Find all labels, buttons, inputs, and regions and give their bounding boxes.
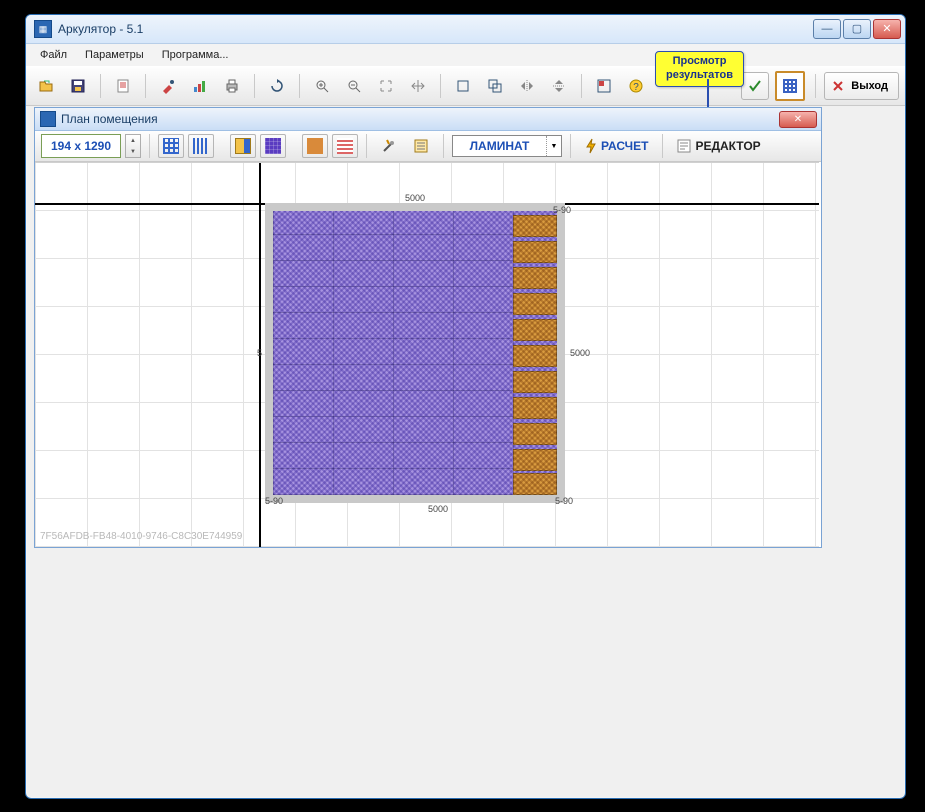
zoom-in-icon[interactable] <box>308 72 336 100</box>
plank-size-spinner[interactable]: ▲▼ <box>125 134 141 158</box>
menu-bar: Файл Параметры Программа... <box>26 44 905 66</box>
calculate-label: РАСЧЕТ <box>601 139 648 153</box>
rect2-icon[interactable] <box>481 72 509 100</box>
menu-file[interactable]: Файл <box>32 47 75 63</box>
flip-v-icon[interactable] <box>545 72 573 100</box>
menu-program[interactable]: Программа... <box>154 47 237 63</box>
plan-title: План помещения <box>61 112 779 126</box>
minimize-button[interactable]: — <box>813 19 841 39</box>
dim-top: 5000 <box>405 193 425 203</box>
offcut <box>513 319 557 341</box>
exit-label: Выход <box>851 80 888 92</box>
pan-icon[interactable] <box>404 72 432 100</box>
exit-button[interactable]: Выход <box>824 72 899 100</box>
apply-icon[interactable] <box>741 72 769 100</box>
pattern-orange[interactable] <box>302 134 328 158</box>
tooltip-view-results: Просмотррезультатов <box>655 51 744 87</box>
dim-bl: 5-90 <box>265 496 283 506</box>
material-select[interactable]: ЛАМИНАТ ▼ <box>452 135 562 157</box>
offcut <box>513 241 557 263</box>
tool-icon[interactable] <box>154 72 182 100</box>
maximize-button[interactable]: ▢ <box>843 19 871 39</box>
rotate-icon[interactable] <box>263 72 291 100</box>
plan-icon <box>40 111 56 127</box>
menu-parameters[interactable]: Параметры <box>77 47 152 63</box>
pattern-stripes-blue[interactable] <box>188 134 214 158</box>
lightning-icon <box>585 138 597 154</box>
dropdown-icon: ▼ <box>546 136 561 156</box>
dim-right: 5000 <box>570 348 590 358</box>
dim-br: 5-90 <box>555 496 573 506</box>
pattern-pink-lines[interactable] <box>332 134 358 158</box>
print-icon[interactable] <box>218 72 246 100</box>
pattern-grid-blue[interactable] <box>158 134 184 158</box>
room-outline[interactable] <box>265 203 565 503</box>
tools-icon[interactable] <box>375 132 403 160</box>
watermark: 7F56AFDB-FB48-4010-9746-C8C30E744959 <box>40 531 242 542</box>
window-title: Аркулятор - 5.1 <box>58 22 813 36</box>
view-results-button[interactable] <box>775 71 805 101</box>
zoom-out-icon[interactable] <box>340 72 368 100</box>
plan-viewport[interactable]: 5000 5000 5000 5 5-90 5-90 5-90 7F56AFDB… <box>35 162 819 547</box>
save-icon[interactable] <box>64 72 92 100</box>
close-button[interactable]: ✕ <box>873 19 901 39</box>
offcut <box>513 397 557 419</box>
editor-icon <box>677 139 691 153</box>
dim-left: 5 <box>257 348 262 358</box>
plan-toolbar: 194 x 1290 ▲▼ ЛАМИНАТ ▼ <box>35 131 821 162</box>
dim-tr: 5-90 <box>553 205 571 215</box>
pattern-yellow[interactable] <box>230 134 256 158</box>
rect-icon[interactable] <box>449 72 477 100</box>
offcut <box>513 293 557 315</box>
titlebar[interactable]: ▦ Аркулятор - 5.1 — ▢ ✕ <box>26 15 905 44</box>
offcut <box>513 371 557 393</box>
plan-titlebar[interactable]: План помещения ✕ <box>35 108 821 131</box>
main-toolbar: ? Выход <box>26 66 905 106</box>
list-icon[interactable] <box>407 132 435 160</box>
main-window: ▦ Аркулятор - 5.1 — ▢ ✕ Файл Параметры П… <box>25 14 906 799</box>
plan-window: План помещения ✕ 194 x 1290 ▲▼ <box>34 107 822 548</box>
offcut <box>513 267 557 289</box>
material-label: ЛАМИНАТ <box>453 139 546 153</box>
app-icon: ▦ <box>34 20 52 38</box>
offcut <box>513 215 557 237</box>
offcut <box>513 423 557 445</box>
calculate-button[interactable]: РАСЧЕТ <box>579 135 654 157</box>
open-icon[interactable] <box>32 72 60 100</box>
fit-icon[interactable] <box>372 72 400 100</box>
document-icon[interactable] <box>109 72 137 100</box>
layout-icon[interactable] <box>590 72 618 100</box>
dim-bottom: 5000 <box>428 504 448 514</box>
exit-icon <box>831 79 845 93</box>
offcut <box>513 449 557 471</box>
editor-button[interactable]: РЕДАКТОР <box>671 135 766 157</box>
offcut <box>513 345 557 367</box>
plank-size-field[interactable]: 194 x 1290 <box>41 134 121 158</box>
editor-label: РЕДАКТОР <box>695 139 760 153</box>
pattern-purple-grid[interactable] <box>260 134 286 158</box>
offcut <box>513 473 557 495</box>
svg-text:?: ? <box>633 82 639 93</box>
chart-icon[interactable] <box>186 72 214 100</box>
help-icon[interactable]: ? <box>622 72 650 100</box>
plan-close-button[interactable]: ✕ <box>779 111 817 128</box>
flip-h-icon[interactable] <box>513 72 541 100</box>
